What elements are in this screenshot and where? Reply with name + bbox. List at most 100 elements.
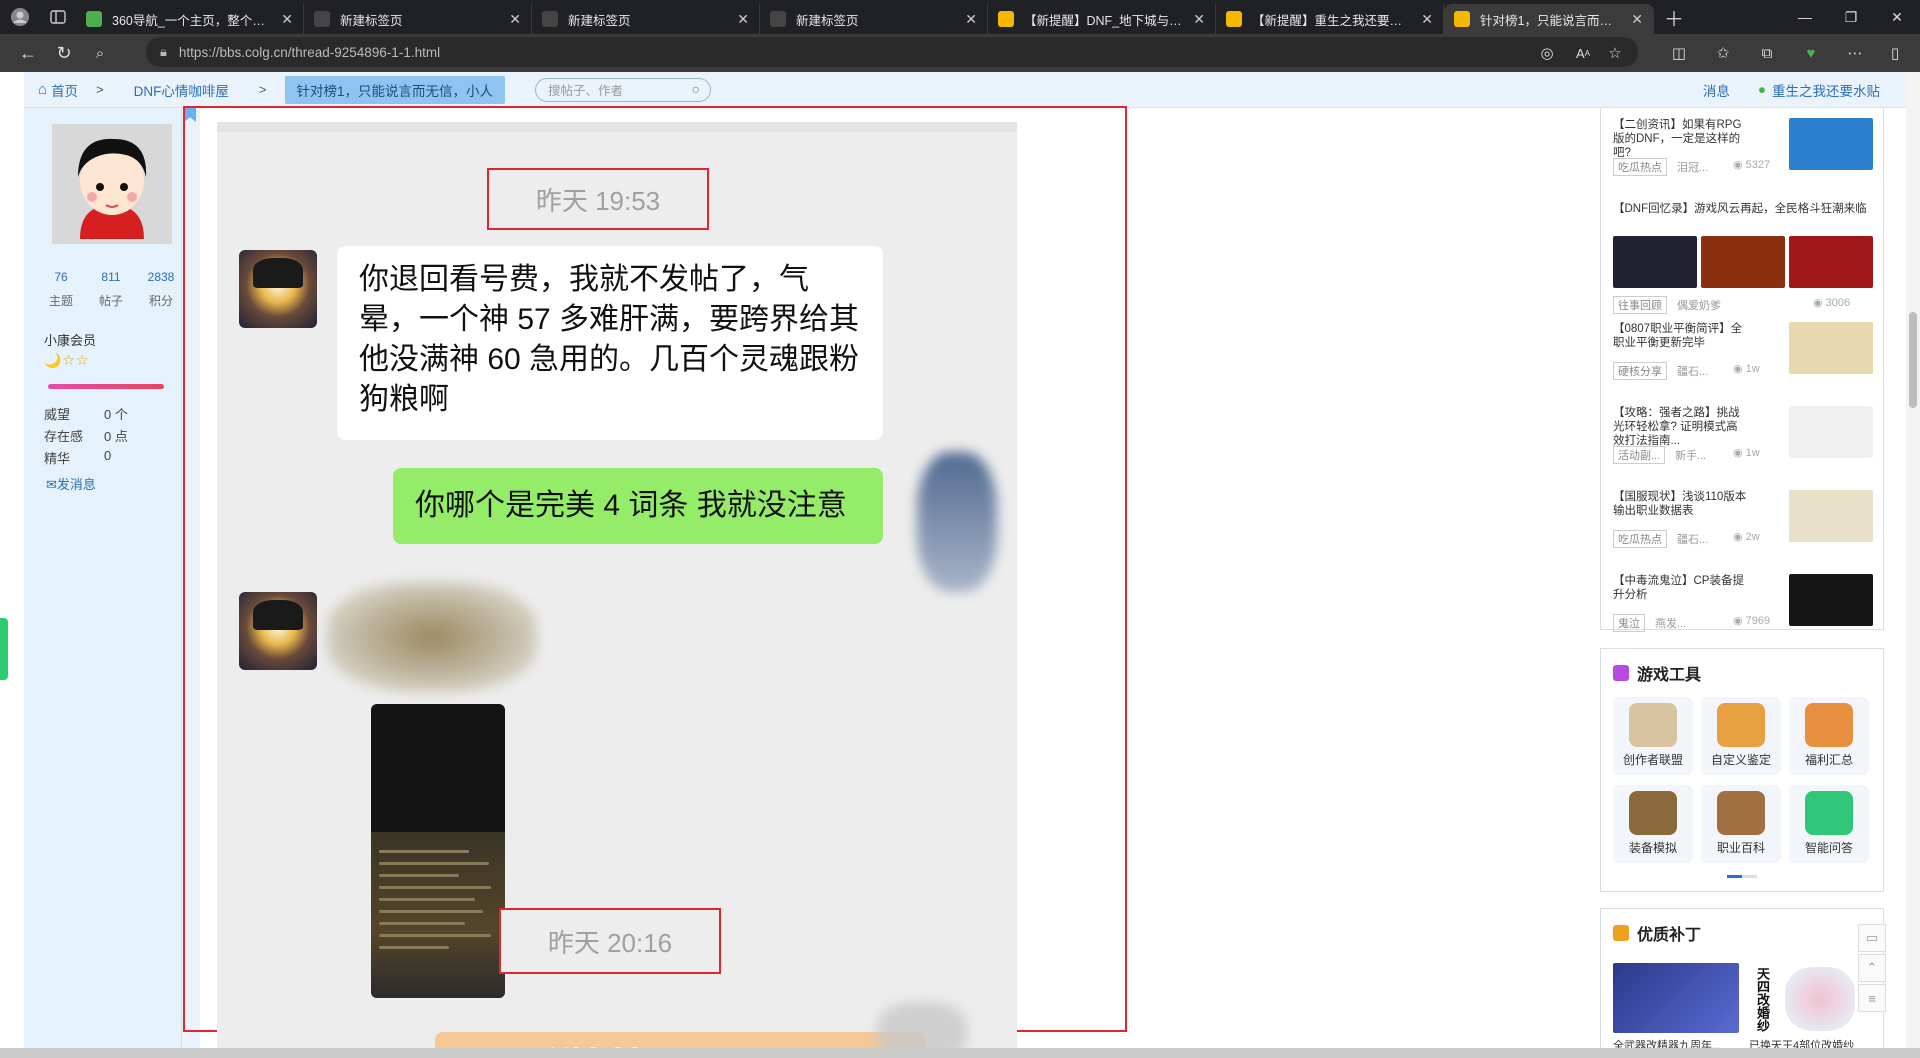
back-to-top-icon[interactable]: ⌃ xyxy=(1858,954,1886,982)
news-author[interactable]: 疆石... xyxy=(1677,363,1708,379)
tab-actions-icon[interactable] xyxy=(40,3,76,31)
sidebar-toggle-icon[interactable]: ▯ xyxy=(1880,38,1910,68)
user-level[interactable]: 小康会员 xyxy=(44,330,96,349)
tool-item[interactable]: 自定义鉴定 xyxy=(1701,697,1781,775)
news-title[interactable]: 【二创资讯】如果有RPG版的DNF，一定是这样的吧? xyxy=(1613,118,1749,160)
collections-icon[interactable]: ⧉ xyxy=(1752,38,1782,68)
tool-item[interactable]: 智能问答 xyxy=(1789,785,1869,863)
news-item[interactable]: 【二创资讯】如果有RPG版的DNF，一定是这样的吧? 吃瓜热点 泪冠... ◉ 532… xyxy=(1613,118,1877,192)
stat-topics[interactable]: 76 主题 xyxy=(36,270,86,309)
news-thumbnail[interactable] xyxy=(1789,490,1873,542)
extension-icon[interactable]: ♥ xyxy=(1796,38,1826,68)
news-title[interactable]: 【中毒流鬼泣】CP装备提升分析 xyxy=(1613,574,1749,602)
news-thumbnail[interactable] xyxy=(1789,406,1873,458)
news-author[interactable]: 燕发... xyxy=(1655,615,1686,631)
browser-tab[interactable]: 360导航_一个主页，整个世界 ✕ xyxy=(76,4,304,34)
messages-link[interactable]: 消息 xyxy=(1703,80,1730,100)
search-icon[interactable]: ⌕ xyxy=(82,36,118,70)
news-tag[interactable]: 往事回顾 xyxy=(1613,296,1667,314)
news-author[interactable]: 泪冠... xyxy=(1677,159,1708,175)
news-item[interactable]: 【0807职业平衡简评】全职业平衡更新完毕 硬核分享 疆石... ◉ 1w xyxy=(1613,322,1877,396)
browser-tab[interactable]: 新建标签页 ✕ xyxy=(532,4,760,34)
news-title[interactable]: 【国服现状】浅谈110版本输出职业数据表 xyxy=(1613,490,1749,518)
news-item[interactable]: 【中毒流鬼泣】CP装备提升分析 鬼泣 燕发... ◉ 7969 xyxy=(1613,574,1877,648)
back-button[interactable]: ← xyxy=(10,36,46,70)
eye-icon: ◉ xyxy=(1733,159,1746,171)
tool-item[interactable]: 装备模拟 xyxy=(1613,785,1693,863)
news-item[interactable]: 【国服现状】浅谈110版本输出职业数据表 吃瓜热点 疆石... ◉ 2w xyxy=(1613,490,1877,564)
tab-close-icon[interactable]: ✕ xyxy=(509,11,521,28)
tab-close-icon[interactable]: ✕ xyxy=(965,11,977,28)
send-message-link[interactable]: ✉发消息 xyxy=(46,474,96,493)
stat-posts[interactable]: 811 帖子 xyxy=(86,270,136,309)
list-icon[interactable]: ≡ xyxy=(1858,984,1886,1012)
news-thumbnail[interactable] xyxy=(1789,236,1873,288)
new-tab-button[interactable]: ＋ xyxy=(1654,3,1694,31)
news-thumbnail[interactable] xyxy=(1701,236,1785,288)
more-menu-icon[interactable]: ⋯ xyxy=(1840,38,1870,68)
user-link[interactable]: ● 重生之我还要水贴 xyxy=(1758,80,1880,100)
tool-icon xyxy=(1805,791,1853,835)
tab-favicon-icon xyxy=(1226,11,1242,27)
side-indicator[interactable] xyxy=(0,618,8,680)
news-author[interactable]: 疆石... xyxy=(1677,531,1708,547)
news-title[interactable]: 【0807职业平衡简评】全职业平衡更新完毕 xyxy=(1613,322,1749,350)
tool-item[interactable]: 福利汇总 xyxy=(1789,697,1869,775)
news-thumbnail[interactable] xyxy=(1789,118,1873,170)
news-title[interactable]: 【DNF回忆录】游戏风云再起，全民格斗狂潮来临 xyxy=(1613,202,1873,216)
tab-close-icon[interactable]: ✕ xyxy=(1631,11,1643,28)
url-field[interactable]: 🔒︎ https://bbs.colg.cn/thread-9254896-1-… xyxy=(146,37,1638,67)
browser-tab[interactable]: 针对榜1，只能说言而无信，小... ✕ xyxy=(1444,4,1654,34)
tab-close-icon[interactable]: ✕ xyxy=(281,11,293,28)
tab-close-icon[interactable]: ✕ xyxy=(1193,11,1205,28)
tab-close-icon[interactable]: ✕ xyxy=(1421,11,1433,28)
browser-tab[interactable]: 【新提醒】重生之我还要水贴... ✕ xyxy=(1216,4,1444,34)
comment-icon[interactable]: ▭ xyxy=(1858,924,1886,952)
patch-image-2[interactable]: 天四改婚纱 xyxy=(1749,963,1871,1033)
stat-points[interactable]: 2838 积分 xyxy=(136,270,186,309)
news-thumbnail[interactable] xyxy=(1789,574,1873,626)
forum-search-input[interactable]: 搜帖子、作者 ○ xyxy=(535,77,712,102)
search-icon[interactable]: ○ xyxy=(692,81,700,97)
favorite-star-icon[interactable]: ☆ xyxy=(1600,38,1630,68)
news-tag[interactable]: 鬼泣 xyxy=(1613,614,1645,632)
minimize-button[interactable]: — xyxy=(1782,0,1828,34)
split-screen-icon[interactable]: ◫ xyxy=(1664,38,1694,68)
chat-image[interactable] xyxy=(371,704,505,998)
news-thumbnail[interactable] xyxy=(1789,322,1873,374)
user-row-prestige: 威望 0 个 xyxy=(44,407,128,422)
news-item[interactable]: 【攻略：强者之路】挑战光环轻松拿? 证明模式高效打法指南... 活动副... 新手.… xyxy=(1613,406,1877,480)
read-aloud-icon[interactable]: AA xyxy=(1568,38,1598,68)
news-tag[interactable]: 活动副... xyxy=(1613,446,1666,464)
favorites-icon[interactable]: ✩ xyxy=(1708,38,1738,68)
breadcrumb-forum[interactable]: DNF心情咖啡屋 xyxy=(122,78,241,102)
browser-tab[interactable]: 【新提醒】DNF_地下城与勇士... ✕ xyxy=(988,4,1216,34)
browser-tab[interactable]: 新建标签页 ✕ xyxy=(760,4,988,34)
eye-icon: ◉ xyxy=(1813,297,1826,309)
breadcrumb-thread[interactable]: 针对榜1，只能说言而无信，小人 xyxy=(284,75,506,104)
news-author[interactable]: 新手... xyxy=(1675,447,1706,463)
news-item[interactable]: 【DNF回忆录】游戏风云再起，全民格斗狂潮来临 往事回顾 偶爱奶爹 ◉ 3006 xyxy=(1613,202,1877,314)
tool-item[interactable]: 创作者联盟 xyxy=(1613,697,1693,775)
tool-item[interactable]: 职业百科 xyxy=(1701,785,1781,863)
browser-tab[interactable]: 新建标签页 ✕ xyxy=(304,4,532,34)
scrollbar-thumb[interactable] xyxy=(1909,312,1917,408)
news-tag[interactable]: 吃瓜热点 xyxy=(1613,530,1667,548)
patch-image-1[interactable] xyxy=(1613,963,1739,1033)
carousel-dots[interactable] xyxy=(1727,875,1757,878)
author-avatar[interactable] xyxy=(52,124,172,244)
news-title[interactable]: 【攻略：强者之路】挑战光环轻松拿? 证明模式高效打法指南... xyxy=(1613,406,1749,448)
news-author[interactable]: 偶爱奶爹 xyxy=(1677,297,1721,313)
floating-buttons: ▭ ⌃ ≡ xyxy=(1858,924,1886,1014)
translate-icon[interactable]: ◎ xyxy=(1532,38,1562,68)
tab-close-icon[interactable]: ✕ xyxy=(737,11,749,28)
profile-icon[interactable] xyxy=(0,3,40,31)
news-tag[interactable]: 硬核分享 xyxy=(1613,362,1667,380)
close-window-button[interactable]: ✕ xyxy=(1874,0,1920,34)
restore-button[interactable]: ❐ xyxy=(1828,0,1874,34)
reload-button[interactable]: ↻ xyxy=(46,36,82,70)
home-link[interactable]: ⌂ 首页 xyxy=(38,80,78,100)
news-thumbnail[interactable] xyxy=(1613,236,1697,288)
news-tag[interactable]: 吃瓜热点 xyxy=(1613,158,1667,176)
page-scrollbar[interactable] xyxy=(1906,72,1920,1058)
